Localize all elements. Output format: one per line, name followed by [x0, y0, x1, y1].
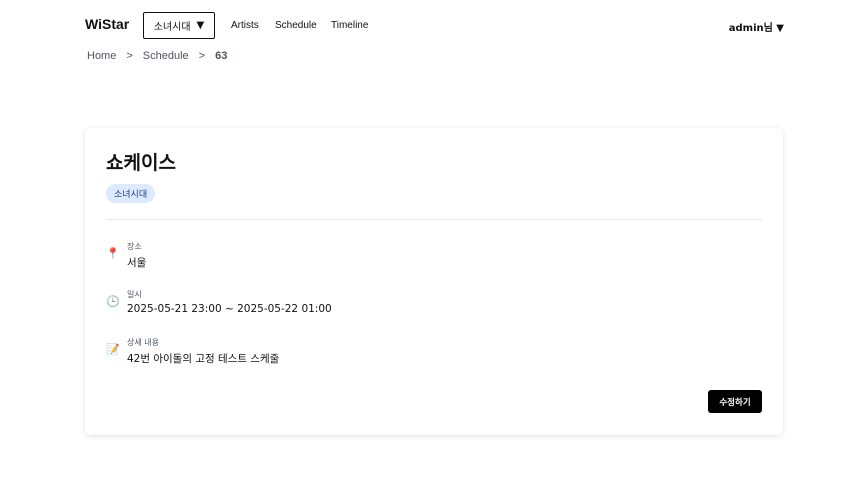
- nav-link-timeline[interactable]: Timeline: [331, 20, 368, 31]
- chevron-down-icon: ▼: [196, 20, 205, 31]
- pin-icon: 📍: [106, 248, 120, 260]
- detail-description: 📝 상세 내용 42번 아이돌의 고정 테스트 스케줄: [106, 337, 746, 373]
- group-select[interactable]: 소녀시대 ▼: [143, 12, 215, 39]
- detail-label: 장소: [127, 242, 142, 251]
- logo[interactable]: WiStar: [85, 16, 129, 32]
- detail-value: 서울: [127, 257, 147, 269]
- detail-value: 42번 아이돌의 고정 테스트 스케줄: [127, 353, 280, 365]
- nav-link-artists[interactable]: Artists: [231, 20, 259, 31]
- detail-value: 2025-05-21 23:00 ~ 2025-05-22 01:00: [127, 303, 332, 315]
- detail-datetime: 🕒 일시 2025-05-21 23:00 ~ 2025-05-22 01:00: [106, 289, 746, 325]
- nav-link-schedule[interactable]: Schedule: [275, 20, 317, 31]
- artist-tag: 소녀시대: [106, 184, 156, 203]
- top-navigation: WiStar 소녀시대 ▼ Artists Schedule Timeline …: [0, 0, 858, 50]
- user-menu[interactable]: admin님 ▼: [729, 19, 784, 34]
- schedule-detail-card: 쇼케이스 소녀시대 📍 장소 서울 🕒 일시 2025-05-21 23:00 …: [85, 128, 783, 435]
- breadcrumb-home[interactable]: Home: [87, 50, 116, 62]
- clock-icon: 🕒: [106, 296, 120, 308]
- memo-icon: 📝: [106, 344, 120, 356]
- group-select-value: 소녀시대: [153, 22, 191, 33]
- detail-location: 📍 장소 서울: [106, 241, 746, 277]
- edit-button[interactable]: 수정하기: [708, 390, 762, 413]
- detail-label: 상세 내용: [127, 338, 159, 347]
- breadcrumb-schedule[interactable]: Schedule: [143, 50, 189, 62]
- detail-label: 일시: [127, 290, 142, 299]
- breadcrumb-separator: >: [126, 50, 133, 62]
- schedule-title: 쇼케이스: [106, 152, 176, 174]
- divider: [106, 219, 762, 220]
- breadcrumb: Home > Schedule > 63: [87, 50, 227, 62]
- breadcrumb-separator: >: [198, 50, 206, 62]
- breadcrumb-current: 63: [215, 50, 228, 62]
